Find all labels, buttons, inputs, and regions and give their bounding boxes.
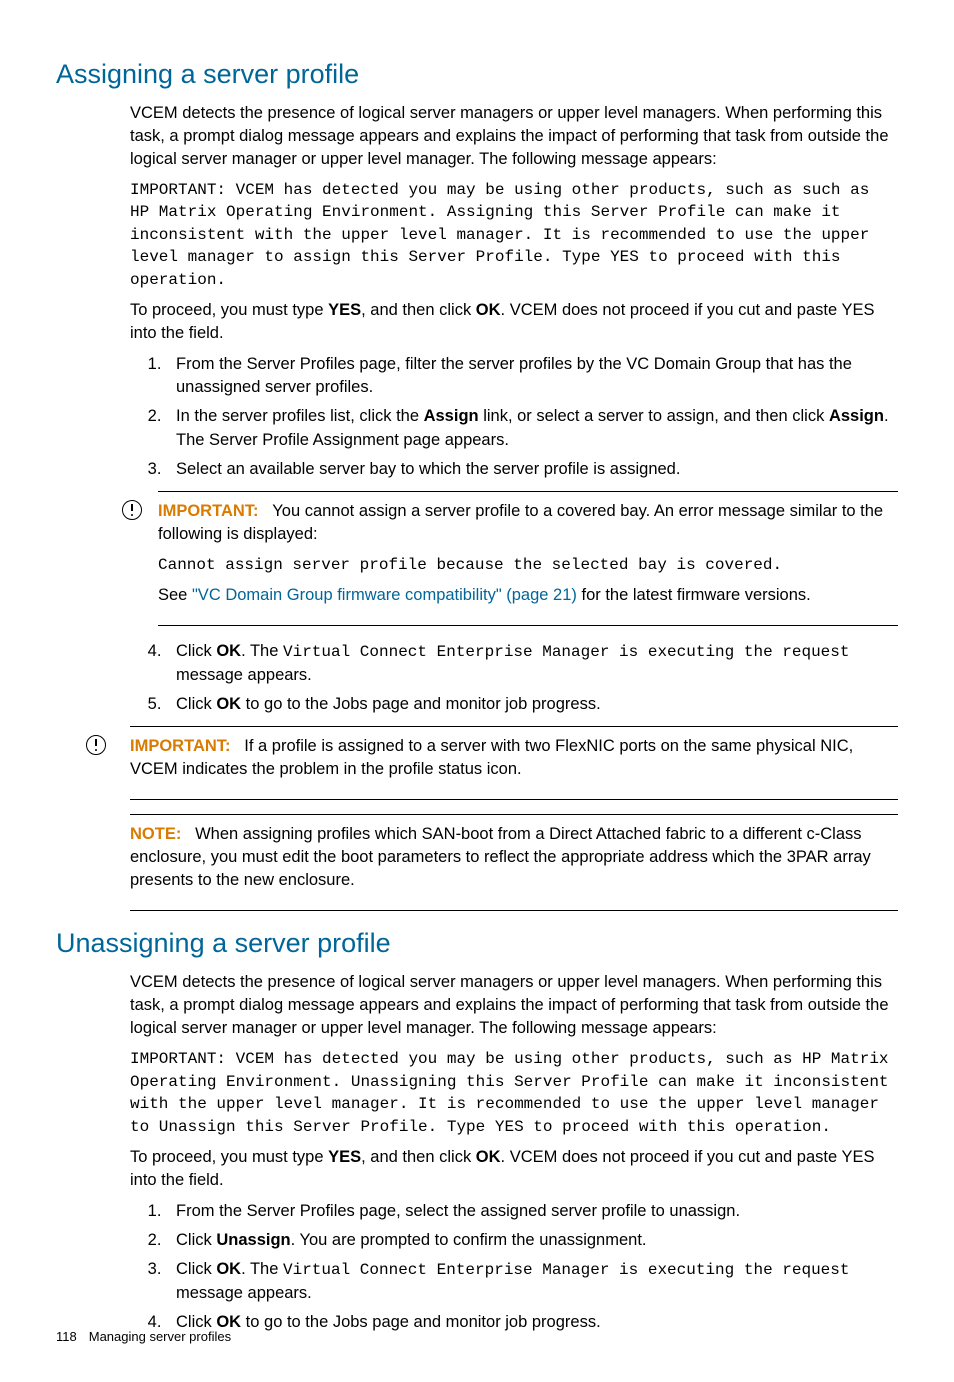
- text: In the server profiles list, click the: [176, 407, 424, 425]
- list-item: Click Unassign. You are prompted to conf…: [166, 1229, 898, 1252]
- ordered-list: From the Server Profiles page, select th…: [130, 1200, 898, 1334]
- text: message appears.: [176, 1284, 312, 1302]
- text: Click: [176, 1231, 216, 1249]
- document-page: Assigning a server profile VCEM detects …: [0, 0, 954, 1382]
- important-callout: IMPORTANT: You cannot assign a server pr…: [158, 491, 898, 627]
- text: You cannot assign a server profile to a …: [158, 502, 883, 543]
- section-body: VCEM detects the presence of logical ser…: [130, 971, 898, 1334]
- note-callout: NOTE: When assigning profiles which SAN-…: [130, 814, 898, 911]
- text: See: [158, 586, 192, 604]
- page-number: 118: [56, 1329, 77, 1344]
- text: Click: [176, 1260, 216, 1278]
- text: If a profile is assigned to a server wit…: [130, 737, 853, 778]
- text: . The: [241, 1260, 283, 1278]
- text: link, or select a server to assign, and …: [479, 407, 829, 425]
- text: to go to the Jobs page and monitor job p…: [241, 695, 601, 713]
- warning-icon: [86, 735, 106, 762]
- link-firmware-compat[interactable]: "VC Domain Group firmware compatibility"…: [192, 586, 577, 604]
- ordered-list: From the Server Profiles page, filter th…: [130, 353, 898, 480]
- bold-text: OK: [476, 301, 501, 319]
- text: To proceed, you must type: [130, 1148, 328, 1166]
- heading-unassigning: Unassigning a server profile: [56, 925, 898, 963]
- text: Click: [176, 695, 216, 713]
- text: When assigning profiles which SAN-boot f…: [130, 825, 871, 889]
- list-item: Select an available server bay to which …: [166, 458, 898, 481]
- paragraph: To proceed, you must type YES, and then …: [130, 1146, 898, 1192]
- text: to go to the Jobs page and monitor job p…: [241, 1313, 601, 1331]
- important-text: IMPORTANT: If a profile is assigned to a…: [130, 735, 898, 781]
- paragraph: VCEM detects the presence of logical ser…: [130, 971, 898, 1040]
- bold-text: YES: [328, 301, 361, 319]
- list-item: From the Server Profiles page, select th…: [166, 1200, 898, 1223]
- code-inline: Virtual Connect Enterprise Manager is ex…: [283, 1261, 850, 1279]
- page-footer: 118 Managing server profiles: [56, 1328, 231, 1346]
- bold-text: YES: [328, 1148, 361, 1166]
- paragraph: See "VC Domain Group firmware compatibil…: [158, 584, 898, 607]
- heading-assigning: Assigning a server profile: [56, 56, 898, 94]
- note-text: NOTE: When assigning profiles which SAN-…: [130, 823, 898, 892]
- text: Click: [176, 642, 216, 660]
- paragraph: To proceed, you must type YES, and then …: [130, 299, 898, 345]
- ordered-list: Click OK. The Virtual Connect Enterprise…: [130, 640, 898, 716]
- list-item: Click OK. The Virtual Connect Enterprise…: [166, 1258, 898, 1304]
- important-label: IMPORTANT:: [130, 737, 231, 755]
- text: , and then click: [361, 301, 476, 319]
- list-item: In the server profiles list, click the A…: [166, 405, 898, 451]
- bold-text: Assign: [424, 407, 479, 425]
- text: for the latest firmware versions.: [577, 586, 811, 604]
- footer-title: Managing server profiles: [89, 1329, 231, 1344]
- text: . You are prompted to confirm the unassi…: [291, 1231, 647, 1249]
- code-block: IMPORTANT: VCEM has detected you may be …: [130, 179, 898, 291]
- bold-text: OK: [216, 695, 241, 713]
- text: , and then click: [361, 1148, 476, 1166]
- bold-text: Unassign: [216, 1231, 290, 1249]
- code-block: IMPORTANT: VCEM has detected you may be …: [130, 1048, 898, 1138]
- bold-text: OK: [216, 1260, 241, 1278]
- bold-text: Assign: [829, 407, 884, 425]
- list-item: Click OK to go to the Jobs page and moni…: [166, 1311, 898, 1334]
- text: To proceed, you must type: [130, 301, 328, 319]
- code-block: Cannot assign server profile because the…: [158, 554, 898, 576]
- text: message appears.: [176, 666, 312, 684]
- section-body: VCEM detects the presence of logical ser…: [130, 102, 898, 912]
- list-item: Click OK. The Virtual Connect Enterprise…: [166, 640, 898, 686]
- important-text: IMPORTANT: You cannot assign a server pr…: [158, 500, 898, 546]
- bold-text: OK: [476, 1148, 501, 1166]
- warning-icon: [122, 500, 142, 527]
- text: . The: [241, 642, 283, 660]
- note-label: NOTE:: [130, 825, 181, 843]
- bold-text: OK: [216, 642, 241, 660]
- list-item: From the Server Profiles page, filter th…: [166, 353, 898, 399]
- important-callout: IMPORTANT: If a profile is assigned to a…: [130, 726, 898, 800]
- list-item: Click OK to go to the Jobs page and moni…: [166, 693, 898, 716]
- code-inline: Virtual Connect Enterprise Manager is ex…: [283, 643, 850, 661]
- paragraph: VCEM detects the presence of logical ser…: [130, 102, 898, 171]
- important-label: IMPORTANT:: [158, 502, 259, 520]
